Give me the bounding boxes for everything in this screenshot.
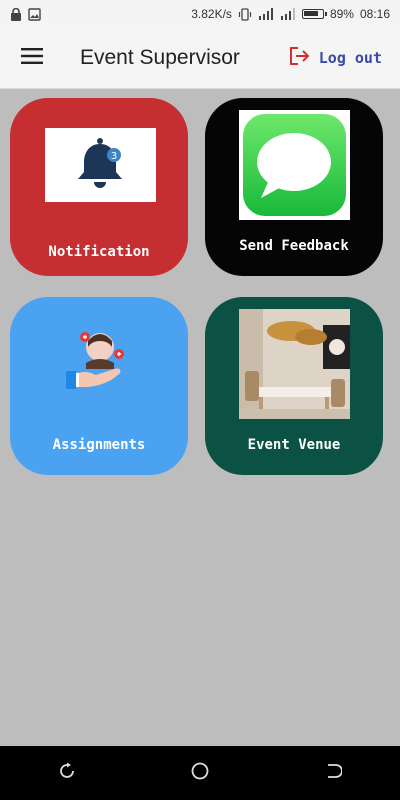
send-feedback-label: Send Feedback (239, 238, 349, 254)
assignments-tile[interactable]: Assignments (10, 297, 188, 475)
event-venue-tile[interactable]: Event Venue (205, 297, 383, 475)
app-bar: Event Supervisor Log out (0, 28, 400, 89)
network-speed: 3.82K/s (191, 7, 232, 21)
home-icon (190, 761, 210, 786)
logout-button[interactable]: Log out (289, 46, 382, 71)
send-feedback-image (239, 110, 350, 220)
assignments-image (60, 327, 138, 397)
assignment-person-icon (66, 332, 124, 389)
logout-label: Log out (318, 49, 382, 67)
image-icon (28, 7, 41, 21)
back-button[interactable] (313, 753, 353, 793)
notification-badge: 3 (111, 151, 117, 162)
status-bar: 3.82K/s 89% 08:16 (0, 0, 400, 28)
system-nav-bar (0, 746, 400, 800)
page-title: Event Supervisor (80, 46, 240, 69)
notification-image: 3 (45, 128, 156, 202)
recent-apps-button[interactable] (47, 753, 87, 793)
send-feedback-tile[interactable]: Send Feedback (205, 98, 383, 276)
battery-icon (301, 9, 327, 19)
menu-button[interactable] (12, 38, 52, 78)
back-icon (324, 762, 344, 785)
signal-icon (258, 8, 274, 20)
notification-tile[interactable]: 3 Notification (10, 98, 188, 276)
status-right: 3.82K/s 89% 08:16 (191, 7, 400, 21)
clock: 08:16 (359, 7, 390, 21)
hamburger-menu-icon (21, 47, 43, 69)
lock-icon (10, 7, 22, 21)
bell-icon: 3 (78, 138, 122, 188)
recent-apps-icon (58, 762, 76, 785)
status-left (0, 7, 41, 21)
assignments-label: Assignments (52, 437, 146, 453)
venue-photo (239, 309, 350, 419)
home-button[interactable] (180, 753, 220, 793)
notification-label: Notification (48, 244, 150, 260)
event-venue-label: Event Venue (247, 437, 341, 453)
logout-icon (289, 46, 311, 71)
battery-percent: 89% (329, 7, 354, 21)
signal-icon (280, 8, 296, 20)
chat-bubble-icon (243, 114, 346, 216)
vibrate-icon (238, 7, 252, 21)
